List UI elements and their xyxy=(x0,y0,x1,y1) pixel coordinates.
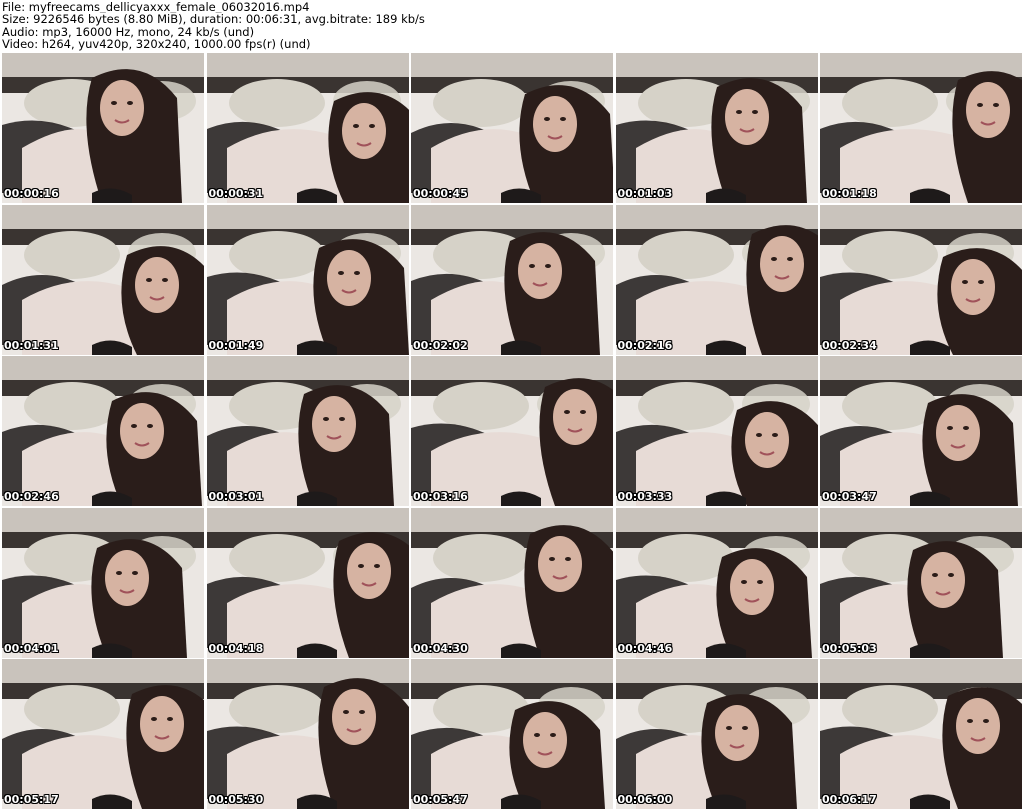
frame-image xyxy=(206,507,409,658)
frame-image xyxy=(820,53,1022,203)
thumbnail-frame[interactable]: 00:03:01 xyxy=(206,356,409,506)
thumbnail-frame[interactable]: 00:03:16 xyxy=(411,356,613,506)
frame-image xyxy=(820,204,1022,355)
video-info: Video: h264, yuv420p, 320x240, 1000.00 f… xyxy=(2,38,311,51)
frame-timestamp: 00:05:47 xyxy=(413,793,468,806)
frame-image xyxy=(411,659,613,809)
frame-timestamp: 00:03:47 xyxy=(822,490,877,503)
audio-info: Audio: mp3, 16000 Hz, mono, 24 kb/s (und… xyxy=(2,25,255,39)
frame-image xyxy=(411,356,613,506)
frame-image xyxy=(615,204,818,355)
frame-timestamp: 00:02:46 xyxy=(4,490,59,503)
frame-timestamp: 00:04:18 xyxy=(208,641,264,655)
thumbnail-frame[interactable]: 00:01:18 xyxy=(820,53,1022,203)
frame-image xyxy=(2,507,204,658)
frame-timestamp: 00:00:45 xyxy=(413,187,468,200)
info-header: File: myfreecams_dellicyaxxx_female_0603… xyxy=(2,1,1022,51)
frame-timestamp: 00:04:30 xyxy=(413,641,468,655)
thumbnail-frame[interactable]: 00:05:03 xyxy=(820,507,1022,658)
frame-image xyxy=(206,659,409,809)
thumbnail-frame[interactable]: 00:04:18 xyxy=(206,507,409,658)
frame-image xyxy=(206,204,409,355)
thumbnail-frame[interactable]: 00:01:31 xyxy=(2,204,204,355)
thumbnail-frame[interactable]: 00:03:33 xyxy=(615,356,818,506)
frame-timestamp: 00:03:33 xyxy=(617,490,673,503)
frame-timestamp: 00:03:16 xyxy=(413,490,468,503)
thumbnail-frame[interactable]: 00:04:30 xyxy=(411,507,613,658)
frame-timestamp: 00:05:30 xyxy=(208,793,264,806)
frame-image xyxy=(206,53,409,203)
thumbnail-frame[interactable]: 00:02:02 xyxy=(411,204,613,355)
thumbnail-grid: 00:00:16 00:00:31 00:00:45 00:01:03 00:01:18… xyxy=(2,53,1022,809)
frame-image xyxy=(411,53,613,203)
thumbnail-frame[interactable]: 00:02:16 xyxy=(615,204,818,355)
frame-timestamp: 00:01:18 xyxy=(822,187,877,200)
frame-timestamp: 00:00:31 xyxy=(208,187,264,200)
frame-image xyxy=(2,53,204,203)
frame-timestamp: 00:05:03 xyxy=(822,641,877,655)
thumbnail-frame[interactable]: 00:02:46 xyxy=(2,356,204,506)
frame-timestamp: 00:02:02 xyxy=(413,338,468,352)
thumbnail-frame[interactable]: 00:04:46 xyxy=(615,507,818,658)
frame-image xyxy=(615,53,818,203)
frame-image xyxy=(206,356,409,506)
frame-image xyxy=(820,659,1022,809)
thumbnail-frame[interactable]: 00:01:03 xyxy=(615,53,818,203)
thumbnail-frame[interactable]: 00:05:47 xyxy=(411,659,613,809)
frame-timestamp: 00:05:17 xyxy=(4,793,59,806)
thumbnail-frame[interactable]: 00:06:17 xyxy=(820,659,1022,809)
thumbnail-frame[interactable]: 00:02:34 xyxy=(820,204,1022,355)
frame-image xyxy=(615,507,818,658)
file-info: File: myfreecams_dellicyaxxx_female_0603… xyxy=(2,1,310,14)
frame-image xyxy=(820,507,1022,658)
frame-timestamp: 00:01:49 xyxy=(208,338,264,352)
frame-timestamp: 00:01:31 xyxy=(4,338,59,352)
thumbnail-frame[interactable]: 00:06:00 xyxy=(615,659,818,809)
thumbnail-frame[interactable]: 00:04:01 xyxy=(2,507,204,658)
frame-image xyxy=(820,356,1022,506)
frame-timestamp: 00:06:17 xyxy=(822,793,877,806)
thumbnail-frame[interactable]: 00:00:16 xyxy=(2,53,204,203)
frame-image xyxy=(2,204,204,355)
frame-timestamp: 00:06:00 xyxy=(617,793,673,806)
thumbnail-frame[interactable]: 00:00:31 xyxy=(206,53,409,203)
frame-image xyxy=(615,659,818,809)
frame-timestamp: 00:04:46 xyxy=(617,641,673,655)
frame-timestamp: 00:02:34 xyxy=(822,338,877,352)
thumbnail-frame[interactable]: 00:03:47 xyxy=(820,356,1022,506)
frame-timestamp: 00:02:16 xyxy=(617,338,673,352)
thumbnail-frame[interactable]: 00:05:30 xyxy=(206,659,409,809)
thumbnail-frame[interactable]: 00:01:49 xyxy=(206,204,409,355)
frame-image xyxy=(411,507,613,658)
frame-timestamp: 00:04:01 xyxy=(4,641,59,655)
frame-timestamp: 00:03:01 xyxy=(208,490,264,503)
frame-image xyxy=(2,356,204,506)
size-info: Size: 9226546 bytes (8.80 MiB), duration… xyxy=(2,13,425,26)
frame-image xyxy=(2,659,204,809)
frame-image xyxy=(615,356,818,506)
frame-image xyxy=(411,204,613,355)
thumbnail-frame[interactable]: 00:05:17 xyxy=(2,659,204,809)
frame-timestamp: 00:00:16 xyxy=(4,187,59,200)
thumbnail-frame[interactable]: 00:00:45 xyxy=(411,53,613,203)
frame-timestamp: 00:01:03 xyxy=(617,187,673,200)
